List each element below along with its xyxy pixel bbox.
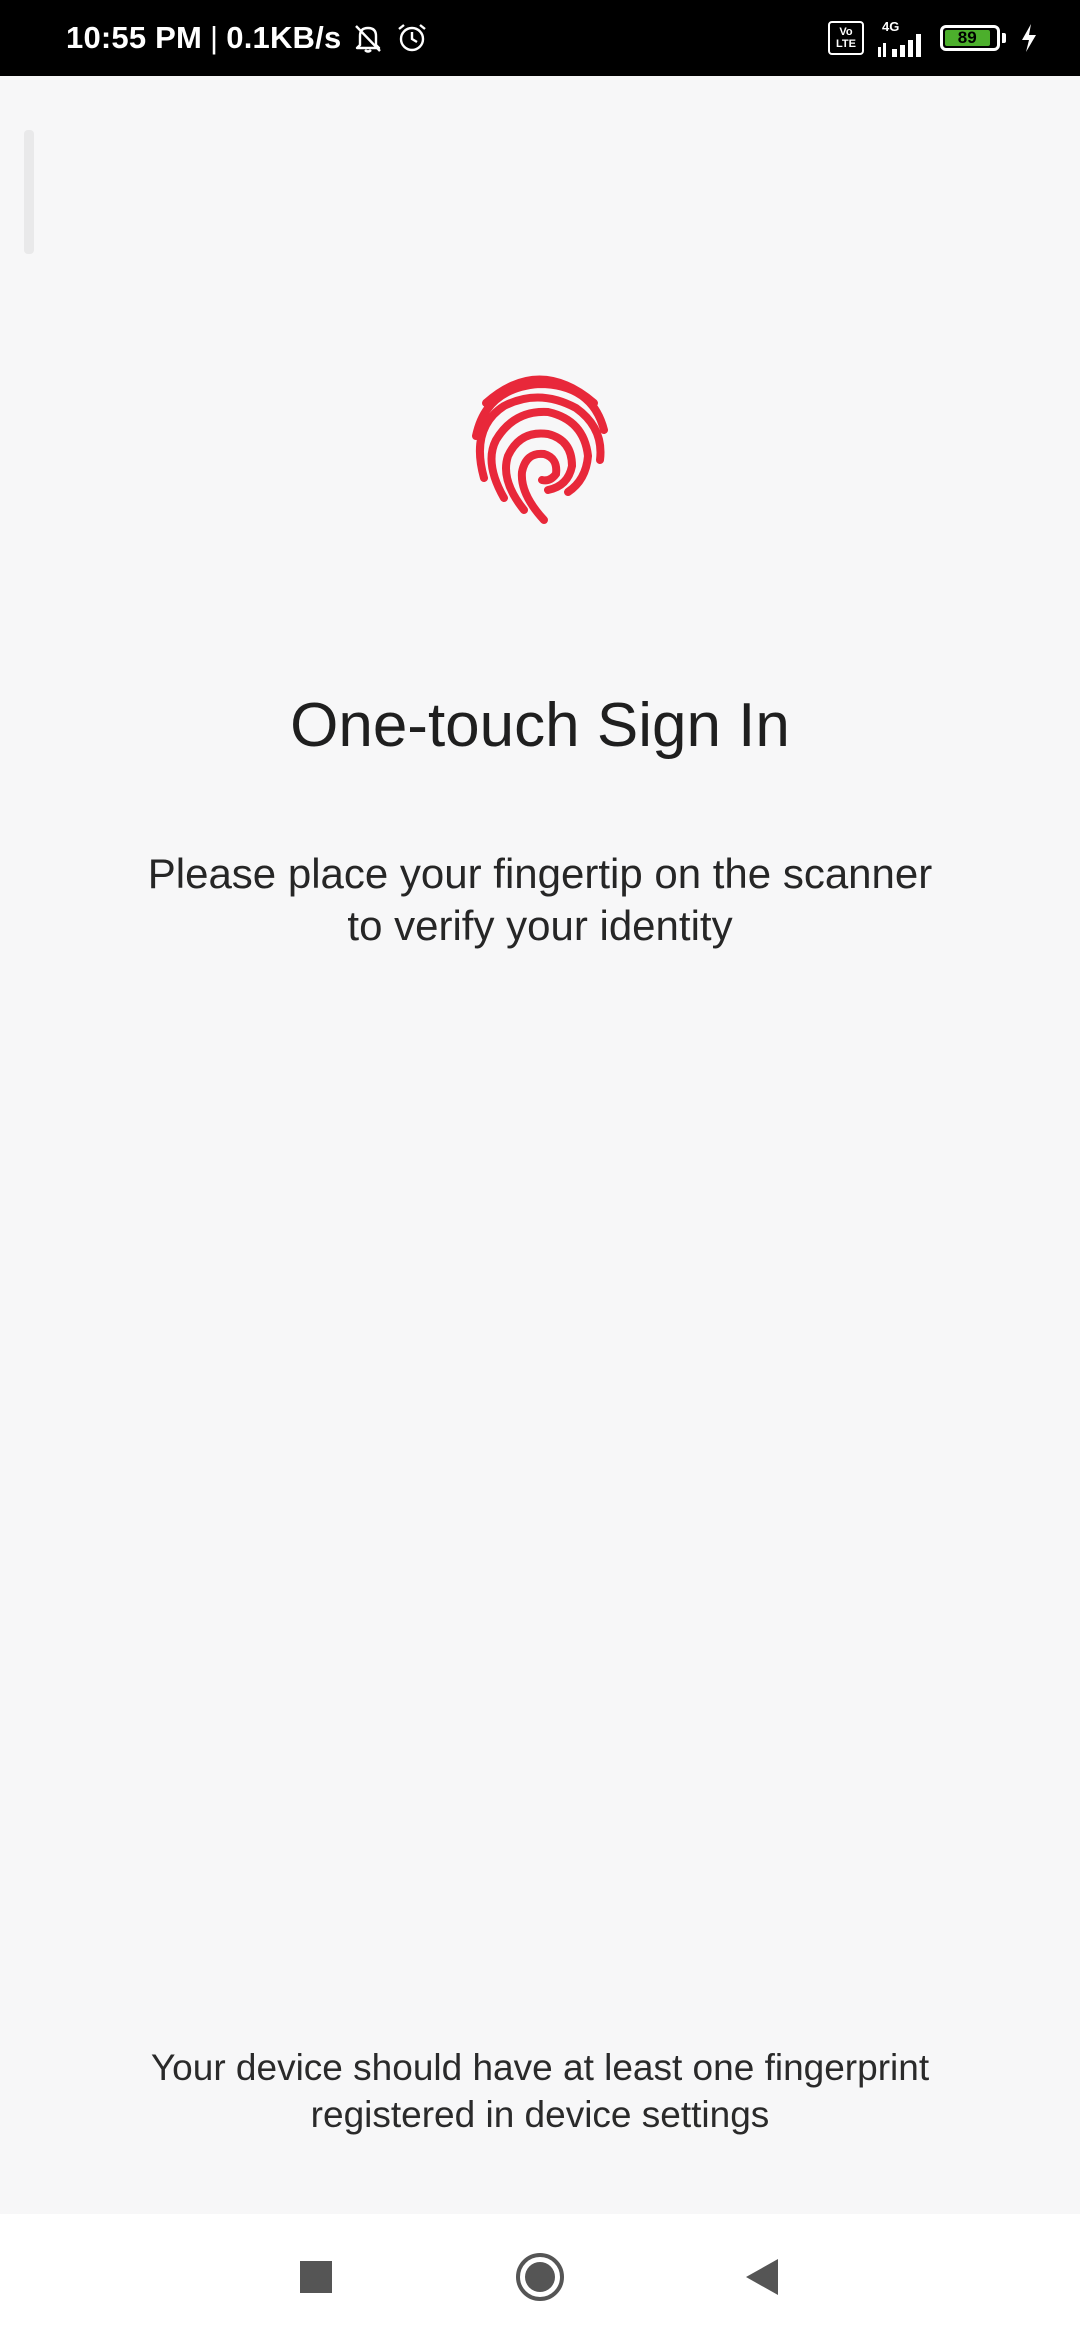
volte-bottom: LTE [836, 38, 856, 50]
recents-button[interactable] [256, 2214, 376, 2340]
network-speed: 0.1KB/s [226, 20, 342, 55]
circle-icon [516, 2253, 564, 2301]
edge-handle[interactable] [24, 130, 34, 254]
status-time: 10:55 PM [66, 20, 202, 55]
navigation-bar [0, 2214, 1080, 2340]
page-title: One-touch Sign In [290, 691, 790, 760]
signal-icon [878, 33, 921, 57]
signal-group: 4G [878, 20, 926, 57]
requirement-line-2: registered in device settings [310, 2094, 770, 2135]
status-bar: 10:55 PM | 0.1KB/s Vo LTE 4G 89 [0, 0, 1080, 76]
charging-icon [1022, 24, 1036, 52]
volte-top: Vo [839, 26, 853, 38]
network-type: 4G [882, 18, 900, 34]
instruction-line-1: Please place your fingertip on the scann… [147, 850, 933, 897]
square-icon [300, 2261, 332, 2293]
triangle-back-icon [746, 2259, 778, 2295]
bell-muted-icon [355, 25, 382, 53]
instruction-line-2: to verify your identity [347, 902, 733, 949]
battery-icon: 89 [940, 25, 1000, 51]
back-button[interactable] [702, 2214, 822, 2340]
fingerprint-icon [472, 375, 608, 524]
volte-badge: Vo LTE [828, 21, 864, 55]
status-right: Vo LTE 4G 89 [828, 20, 1038, 57]
status-left: 10:55 PM | 0.1KB/s [66, 20, 429, 56]
status-separator: | [210, 20, 219, 55]
battery-level: 89 [945, 28, 990, 47]
alarm-icon [398, 24, 427, 52]
instruction-text: Please place your fingertip on the scann… [120, 848, 960, 952]
requirement-line-1: Your device should have at least one fin… [150, 2047, 930, 2088]
battery-indicator: 89 [940, 25, 1006, 51]
requirement-note: Your device should have at least one fin… [100, 2044, 980, 2138]
home-button[interactable] [480, 2214, 600, 2340]
